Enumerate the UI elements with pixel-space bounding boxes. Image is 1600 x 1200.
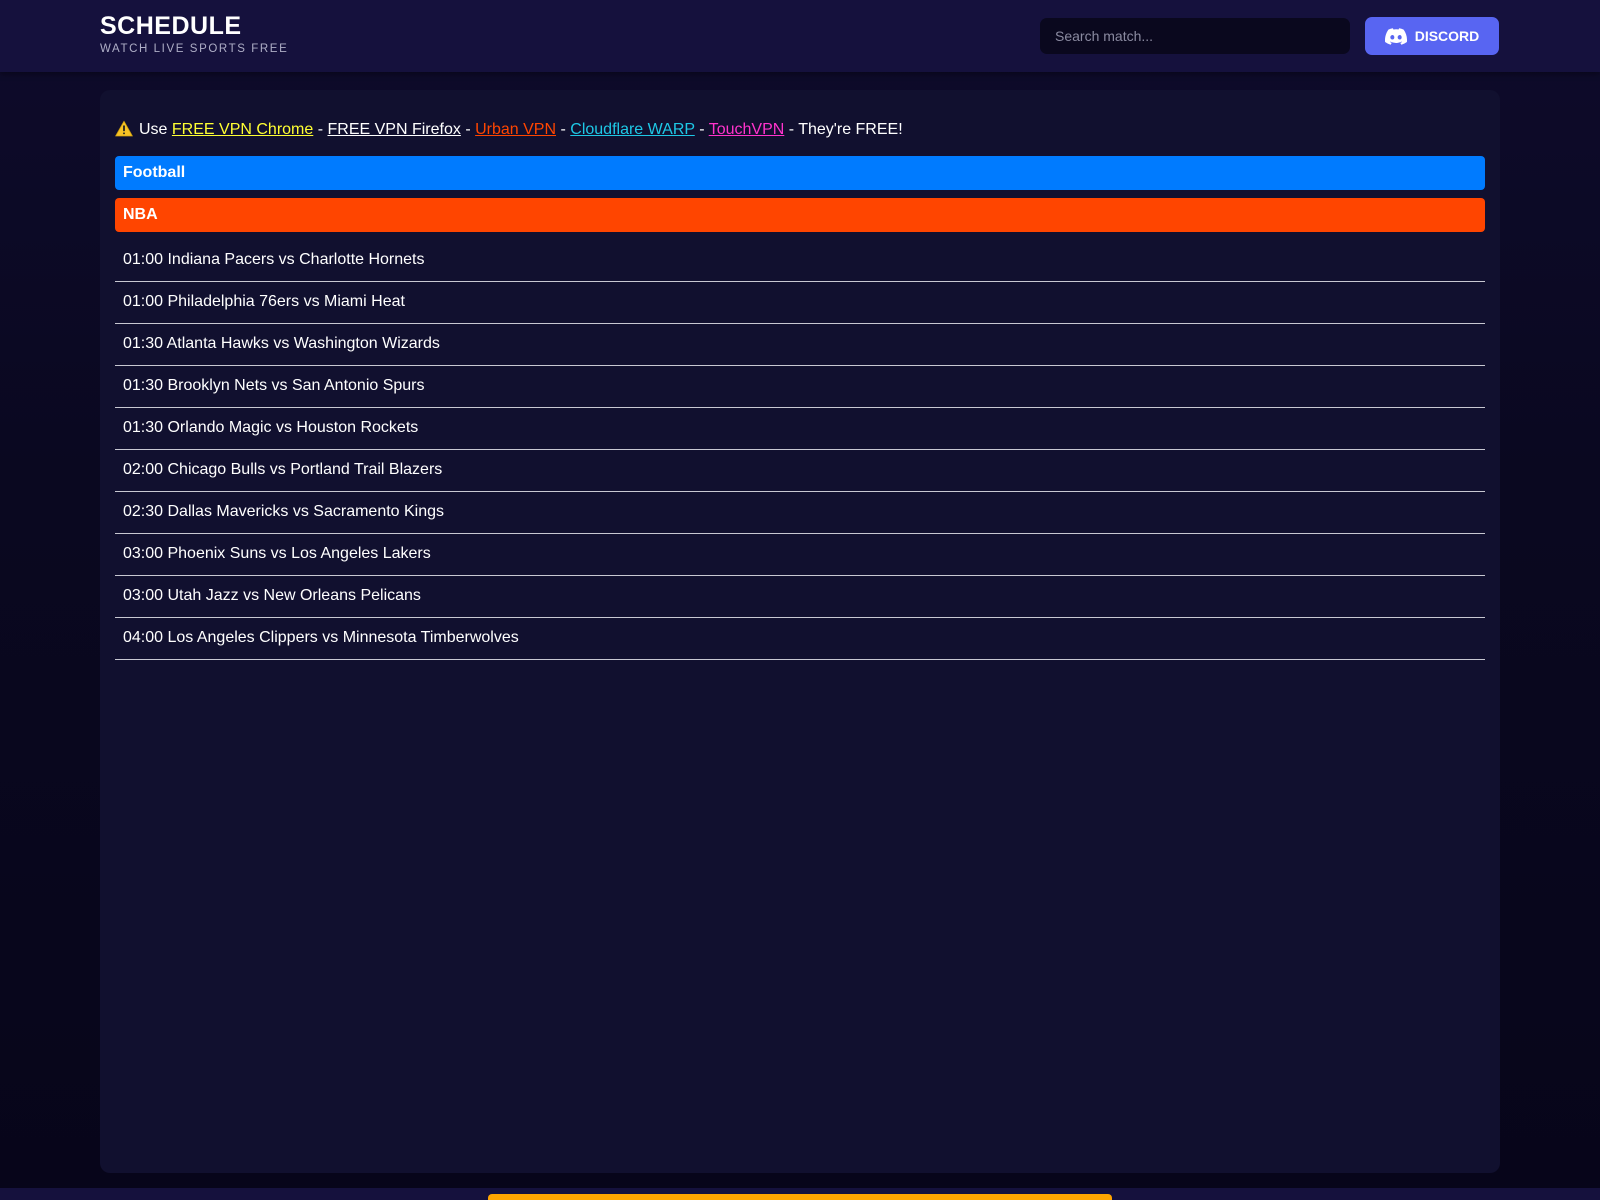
match-list: 01:00 Indiana Pacers vs Charlotte Hornet…	[115, 240, 1485, 660]
match-row[interactable]: 03:00 Utah Jazz vs New Orleans Pelicans	[115, 576, 1485, 618]
discord-icon	[1384, 27, 1407, 45]
category-football[interactable]: Football	[115, 156, 1485, 190]
site-title: SCHEDULE	[100, 12, 242, 40]
notice-separator: -	[560, 121, 566, 138]
vpn-link-chrome[interactable]: FREE VPN Chrome	[172, 121, 313, 138]
notice-separator: -	[317, 121, 324, 138]
notice-prefix: Use	[139, 121, 168, 138]
vpn-notice: Use FREE VPN Chrome - FREE VPN Firefox -…	[115, 120, 903, 140]
discord-button[interactable]: DISCORD	[1365, 17, 1499, 55]
match-row[interactable]: 02:00 Chicago Bulls vs Portland Trail Bl…	[115, 450, 1485, 492]
schedule-panel: Use FREE VPN Chrome - FREE VPN Firefox -…	[100, 90, 1500, 1173]
match-row[interactable]: 03:00 Phoenix Suns vs Los Angeles Lakers	[115, 534, 1485, 576]
warning-icon	[115, 120, 133, 137]
site-header: SCHEDULE WATCH LIVE SPORTS FREE DISCORD	[0, 0, 1600, 72]
match-row[interactable]: 01:30 Orlando Magic vs Houston Rockets	[115, 408, 1485, 450]
vpn-link-cloudflare[interactable]: Cloudflare WARP	[570, 121, 695, 138]
vpn-link-firefox[interactable]: FREE VPN Firefox	[328, 121, 461, 138]
vpn-link-touchvpn[interactable]: TouchVPN	[709, 121, 785, 138]
match-row[interactable]: 01:30 Atlanta Hawks vs Washington Wizard…	[115, 324, 1485, 366]
match-row[interactable]: 04:00 Los Angeles Clippers vs Minnesota …	[115, 618, 1485, 660]
vpn-link-urban[interactable]: Urban VPN	[475, 121, 556, 138]
search-input[interactable]	[1040, 18, 1350, 54]
brand[interactable]: SCHEDULE WATCH LIVE SPORTS FREE	[100, 12, 288, 55]
category-nba[interactable]: NBA	[115, 198, 1485, 232]
notice-separator: -	[465, 121, 471, 138]
notice-suffix: - They're FREE!	[788, 121, 903, 138]
match-row[interactable]: 01:00 Philadelphia 76ers vs Miami Heat	[115, 282, 1485, 324]
site-subtitle: WATCH LIVE SPORTS FREE	[100, 43, 289, 55]
match-row[interactable]: 02:30 Dallas Mavericks vs Sacramento Kin…	[115, 492, 1485, 534]
match-row[interactable]: 01:30 Brooklyn Nets vs San Antonio Spurs	[115, 366, 1485, 408]
notice-separator: -	[699, 121, 705, 138]
match-row[interactable]: 01:00 Indiana Pacers vs Charlotte Hornet…	[115, 240, 1485, 282]
discord-label: DISCORD	[1414, 28, 1480, 44]
footer-banner[interactable]	[488, 1194, 1112, 1200]
